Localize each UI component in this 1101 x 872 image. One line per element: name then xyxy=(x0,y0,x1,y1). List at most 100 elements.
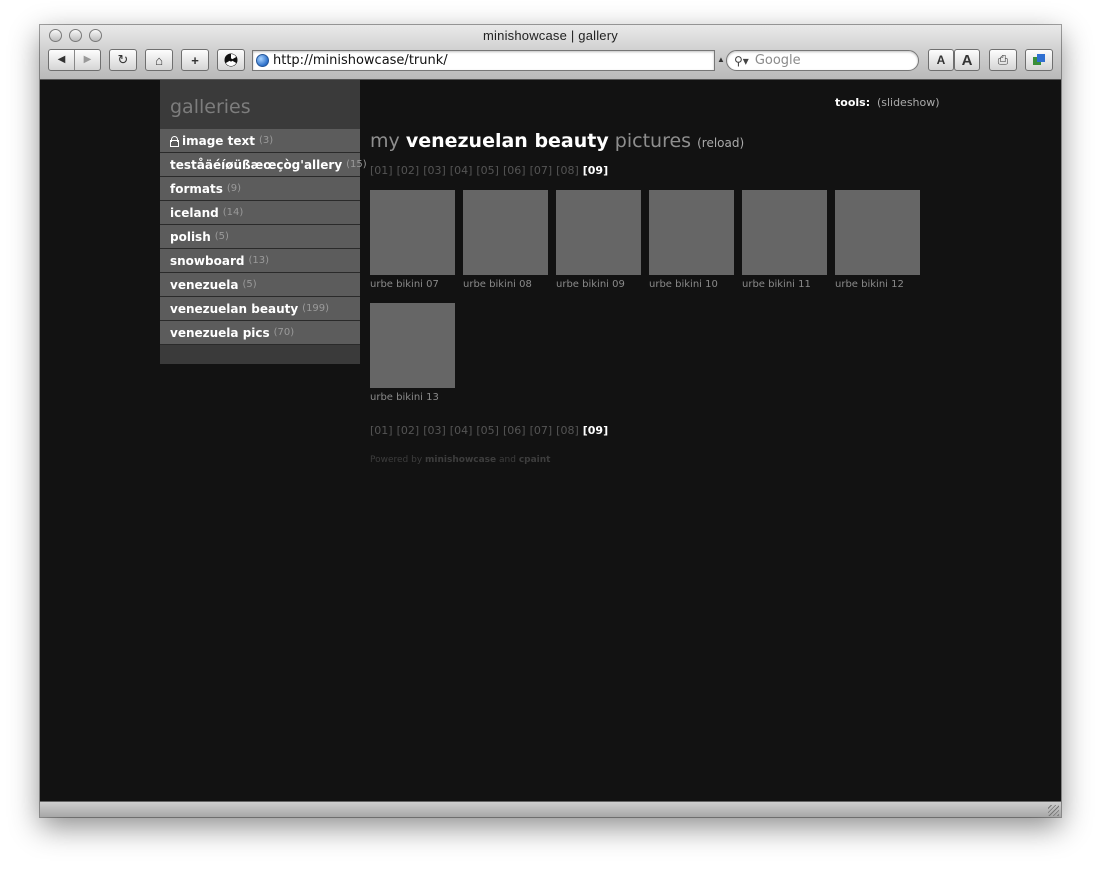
resize-grip-icon[interactable] xyxy=(1048,805,1059,816)
page-link[interactable]: [07] xyxy=(530,164,553,177)
reload-icon: ↻ xyxy=(117,52,129,67)
back-icon[interactable]: ◀ xyxy=(49,50,74,70)
gallery-count: (15) xyxy=(346,159,367,170)
current-page: [09] xyxy=(582,424,609,437)
pagination-bottom: [01] [02] [03] [04] [05] [06] [07] [08] [09] xyxy=(370,424,612,437)
thumbnail-image[interactable] xyxy=(835,190,920,275)
gallery-count: (3) xyxy=(258,135,274,146)
address-bar[interactable]: http://minishowcase/trunk/ xyxy=(252,50,715,71)
search-field[interactable]: ⚲▾ xyxy=(726,50,919,71)
page-link[interactable]: [03] xyxy=(423,164,446,177)
page-link[interactable]: [06] xyxy=(503,164,526,177)
snapback-button[interactable] xyxy=(1025,49,1053,71)
page-link[interactable]: [01] xyxy=(370,424,393,437)
thumbnail-image[interactable] xyxy=(649,190,734,275)
text-bigger-button[interactable]: A xyxy=(954,49,980,71)
gallery-label: snowboard xyxy=(170,253,245,268)
slideshow-link[interactable]: (slideshow) xyxy=(877,96,940,109)
sidebar-item-snowboard[interactable]: snowboard (13) xyxy=(160,249,360,273)
gallery-count: (14) xyxy=(222,207,244,218)
author-link[interactable]: cpaint xyxy=(519,455,551,465)
page-link[interactable]: [05] xyxy=(476,164,499,177)
home-icon: ⌂ xyxy=(155,52,163,68)
page-link[interactable]: [01] xyxy=(370,164,393,177)
back-forward-group: ◀ ▶ xyxy=(48,49,101,71)
gallery-label: image text xyxy=(182,133,255,148)
window-overlap-icon xyxy=(1033,54,1045,65)
thumbnail[interactable]: urbe bikini 07 xyxy=(370,190,455,290)
page-link[interactable]: [08] xyxy=(556,164,579,177)
forward-icon[interactable]: ▶ xyxy=(74,50,100,70)
text-smaller-button[interactable]: A xyxy=(928,49,954,71)
browser-window: minishowcase | gallery ◀ ▶ ↻ ⌂ + http://… xyxy=(40,25,1061,817)
title-suffix: pictures xyxy=(614,130,692,152)
thumbnail-image[interactable] xyxy=(463,190,548,275)
thumbnail[interactable]: urbe bikini 13 xyxy=(370,303,455,403)
title-prefix: my xyxy=(370,130,400,152)
thumbnail-image[interactable] xyxy=(742,190,827,275)
page-link[interactable]: [03] xyxy=(423,424,446,437)
app-link[interactable]: minishowcase xyxy=(425,455,496,465)
gallery-count: (5) xyxy=(214,231,229,242)
gallery-count: (5) xyxy=(242,279,257,290)
thumbnail-caption: urbe bikini 12 xyxy=(835,279,904,290)
radiation-icon xyxy=(224,53,238,67)
printer-icon: ⎙ xyxy=(997,52,1009,67)
page-link[interactable]: [02] xyxy=(397,164,420,177)
text-bigger-label: A xyxy=(961,51,973,69)
sidebar-item-venezuela[interactable]: venezuela (5) xyxy=(160,273,360,297)
thumbnail-caption: urbe bikini 07 xyxy=(370,279,439,290)
sidebar-item-venezuelan-beauty[interactable]: venezuelan beauty (199) xyxy=(160,297,360,321)
gallery-label: venezuela pics xyxy=(170,325,270,340)
thumbnail-image[interactable] xyxy=(370,303,455,388)
page-link[interactable]: [04] xyxy=(450,424,473,437)
sidebar-item-polish[interactable]: polish (5) xyxy=(160,225,360,249)
page-link[interactable]: [07] xyxy=(530,424,553,437)
reload-link[interactable]: (reload) xyxy=(697,136,744,150)
sidebar-item-venezuela-pics[interactable]: venezuela pics (70) xyxy=(160,321,360,345)
home-button[interactable]: ⌂ xyxy=(145,49,173,71)
page-link[interactable]: [08] xyxy=(556,424,579,437)
tools-bar: tools: (slideshow) xyxy=(835,96,940,109)
gallery-label: formats xyxy=(170,181,223,196)
page-link[interactable]: [06] xyxy=(503,424,526,437)
thumbnail-caption: urbe bikini 08 xyxy=(463,279,532,290)
bug-report-button[interactable] xyxy=(217,49,245,71)
title-bar: minishowcase | gallery ◀ ▶ ↻ ⌂ + http://… xyxy=(40,25,1061,80)
gallery-label: polish xyxy=(170,229,211,244)
reload-button[interactable]: ↻ xyxy=(109,49,137,71)
window-title: minishowcase | gallery xyxy=(483,28,618,43)
powered-by-text: Powered by xyxy=(370,455,423,465)
magnifier-icon[interactable]: ⚲▾ xyxy=(734,54,749,68)
sidebar-item-image-text[interactable]: image text (3) xyxy=(160,129,360,153)
gallery-label: iceland xyxy=(170,205,219,220)
page-link[interactable]: [02] xyxy=(397,424,420,437)
gallery-count: (9) xyxy=(226,183,242,194)
print-button[interactable]: ⎙ xyxy=(989,49,1017,71)
add-bookmark-button[interactable]: + xyxy=(181,49,209,71)
thumbnail-image[interactable] xyxy=(370,190,455,275)
sidebar-item-test-gallery[interactable]: teståäéíøüßæœçòg'allery (15) xyxy=(160,153,367,177)
thumbnail-caption: urbe bikini 13 xyxy=(370,392,439,403)
page-link[interactable]: [04] xyxy=(450,164,473,177)
url-history-icon[interactable]: ▲ xyxy=(717,55,725,64)
thumbnail[interactable]: urbe bikini 09 xyxy=(556,190,641,290)
sidebar-item-formats[interactable]: formats (9) xyxy=(160,177,360,201)
gallery-label: teståäéíøüßæœçòg'allery xyxy=(170,157,343,172)
url-text: http://minishowcase/trunk/ xyxy=(273,53,448,68)
plus-icon: + xyxy=(191,52,199,68)
thumbnail[interactable]: urbe bikini 10 xyxy=(649,190,734,290)
thumbnail-caption: urbe bikini 11 xyxy=(742,279,811,290)
gallery-count: (13) xyxy=(248,255,269,266)
gallery-label: venezuela xyxy=(170,277,239,292)
page-link[interactable]: [05] xyxy=(476,424,499,437)
page-title: my venezuelan beauty pictures (reload) xyxy=(370,130,744,152)
thumbnail[interactable]: urbe bikini 12 xyxy=(835,190,920,290)
search-input[interactable] xyxy=(752,52,897,69)
gallery-count: (70) xyxy=(273,327,295,338)
thumbnail-image[interactable] xyxy=(556,190,641,275)
current-page: [09] xyxy=(582,164,609,177)
thumbnail[interactable]: urbe bikini 11 xyxy=(742,190,827,290)
thumbnail[interactable]: urbe bikini 08 xyxy=(463,190,548,290)
sidebar-item-iceland[interactable]: iceland (14) xyxy=(160,201,360,225)
